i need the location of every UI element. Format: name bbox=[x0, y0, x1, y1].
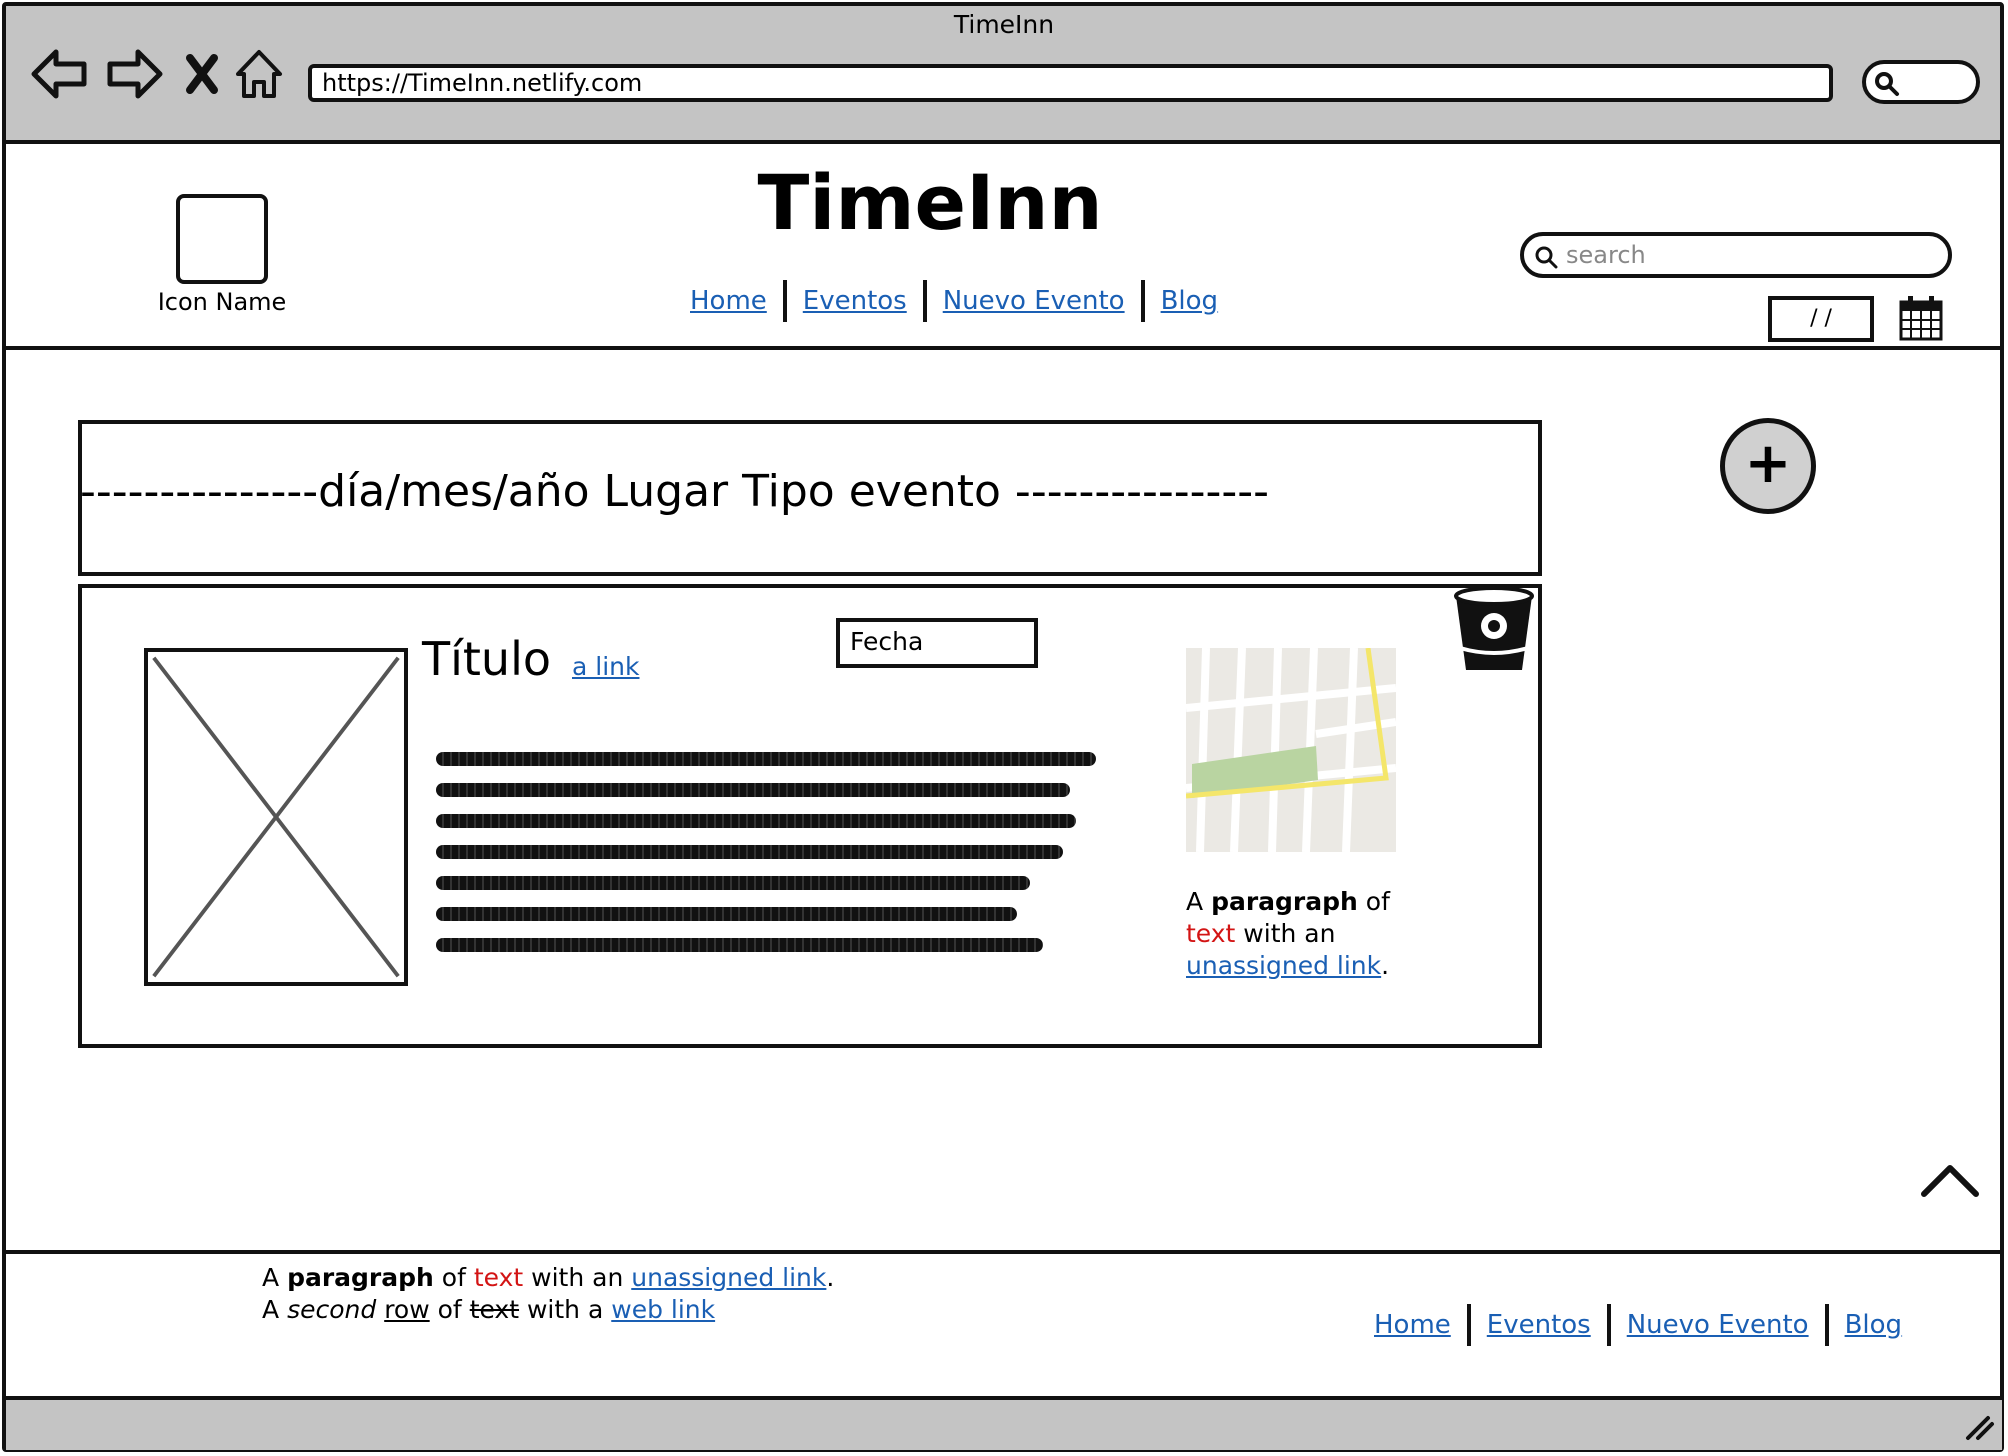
event-title: Título bbox=[422, 632, 551, 686]
nav-divider bbox=[782, 280, 787, 322]
footer-nav-eventos-link[interactable]: Eventos bbox=[1487, 1310, 1591, 1340]
site-search-input[interactable]: search bbox=[1520, 232, 1952, 278]
nav-divider bbox=[1140, 280, 1145, 322]
filter-text: ---------------día/mes/año Lugar Tipo ev… bbox=[80, 466, 1269, 517]
footer-nav: Home Eventos Nuevo Evento Blog bbox=[1374, 1304, 1902, 1346]
nav-divider bbox=[1466, 1304, 1471, 1346]
close-x-icon[interactable] bbox=[184, 46, 220, 102]
logo-placeholder[interactable] bbox=[176, 194, 268, 284]
footer-nav-home-link[interactable]: Home bbox=[1374, 1310, 1451, 1340]
resize-grip-icon[interactable] bbox=[1964, 1412, 1996, 1442]
header-divider bbox=[6, 346, 2002, 350]
search-icon bbox=[1535, 246, 1558, 269]
nav-eventos-link[interactable]: Eventos bbox=[803, 286, 907, 316]
nav-divider bbox=[1824, 1304, 1829, 1346]
nav-home-link[interactable]: Home bbox=[690, 286, 767, 316]
add-event-button[interactable]: + bbox=[1720, 418, 1816, 514]
footer-nav-nuevo-evento-link[interactable]: Nuevo Evento bbox=[1627, 1310, 1809, 1340]
nav-divider bbox=[1606, 1304, 1611, 1346]
nav-nuevo-evento-link[interactable]: Nuevo Evento bbox=[943, 286, 1125, 316]
calendar-icon[interactable] bbox=[1898, 294, 1944, 342]
header-nav: Home Eventos Nuevo Evento Blog bbox=[690, 280, 1218, 322]
browser-search-field[interactable] bbox=[1862, 60, 1980, 104]
forward-arrow-icon[interactable] bbox=[104, 46, 164, 102]
logo-label: Icon Name bbox=[157, 288, 287, 316]
map-icon bbox=[1186, 648, 1396, 852]
event-side-paragraph: A paragraph of text with an unassigned l… bbox=[1186, 887, 1390, 980]
unassigned-link[interactable]: unassigned link bbox=[1186, 951, 1381, 980]
search-icon bbox=[1875, 72, 1899, 96]
browser-status-bar bbox=[6, 1396, 2002, 1450]
plus-icon: + bbox=[1744, 431, 1792, 496]
event-link[interactable]: a link bbox=[572, 652, 639, 681]
event-description-placeholder bbox=[436, 752, 1096, 969]
footer-divider bbox=[6, 1250, 2002, 1254]
trash-icon[interactable] bbox=[1452, 586, 1536, 676]
nav-divider bbox=[922, 280, 927, 322]
event-date-field[interactable]: Fecha bbox=[836, 618, 1038, 668]
date-input[interactable]: / / bbox=[1768, 296, 1874, 342]
footer-nav-blog-link[interactable]: Blog bbox=[1845, 1310, 1902, 1340]
footer-unassigned-link[interactable]: unassigned link bbox=[631, 1263, 826, 1292]
search-placeholder: search bbox=[1566, 241, 1646, 269]
nav-blog-link[interactable]: Blog bbox=[1161, 286, 1218, 316]
home-icon[interactable] bbox=[234, 46, 284, 102]
back-arrow-icon[interactable] bbox=[30, 46, 90, 102]
browser-title: TimeInn bbox=[953, 10, 1055, 39]
url-bar[interactable]: https://TimeInn.netlify.com bbox=[308, 64, 1833, 102]
footer-paragraph: A paragraph of text with an unassigned l… bbox=[262, 1263, 835, 1324]
footer-web-link[interactable]: web link bbox=[611, 1295, 715, 1324]
site-title: TimeInn bbox=[757, 158, 1103, 247]
image-placeholder-icon bbox=[144, 648, 408, 986]
chevron-up-icon[interactable] bbox=[1920, 1160, 1980, 1200]
